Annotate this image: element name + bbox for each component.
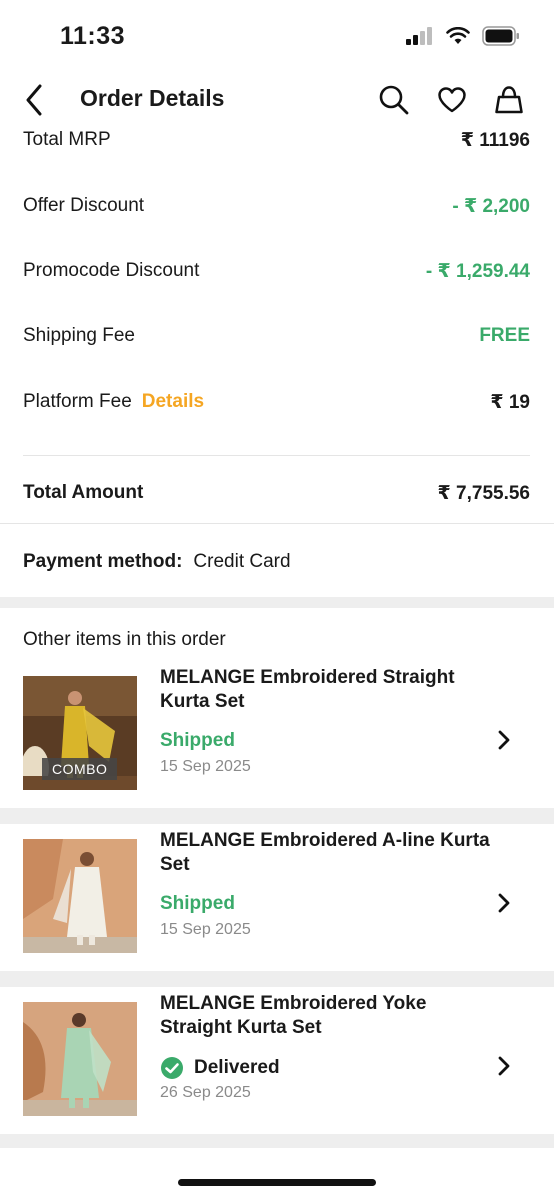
chevron-right-icon (498, 1056, 510, 1076)
item-name: MELANGE Embroidered Yoke Straight Kurta … (160, 993, 427, 1038)
other-items-title: Other items in this order (23, 629, 226, 650)
shipping-fee-row: Shipping Fee FREE (23, 316, 530, 356)
item-status: Shipped (160, 893, 235, 915)
item-status: Delivered (160, 1056, 280, 1080)
bag-icon (495, 86, 523, 114)
item-date: 26 Sep 2025 (160, 1084, 251, 1101)
divider (0, 523, 554, 524)
shipping-fee-value: FREE (479, 325, 530, 346)
promocode-discount-label: Promocode Discount (23, 260, 200, 281)
platform-fee-details-link[interactable]: Details (142, 391, 204, 412)
platform-fee-value: ₹ 19 (490, 391, 530, 413)
offer-discount-label: Offer Discount (23, 195, 145, 216)
offer-discount-row: Offer Discount - ₹ 2,200 (23, 186, 530, 226)
section-separator (0, 597, 554, 608)
divider (23, 455, 530, 456)
platform-fee-row: Platform Fee Details ₹ 19 (23, 382, 530, 422)
signal-icon (406, 27, 432, 45)
chevron-right-icon (498, 730, 510, 750)
home-indicator[interactable] (178, 1179, 376, 1186)
bag-button[interactable] (489, 80, 529, 120)
item-separator (0, 971, 554, 987)
item-separator (0, 808, 554, 824)
item-name: MELANGE Embroidered Straight Kurta Set (160, 667, 455, 712)
item-status-label: Shipped (160, 730, 235, 751)
platform-fee-label-group: Platform Fee Details (23, 391, 204, 413)
chevron-right-icon (498, 893, 510, 913)
total-mrp-label: Total MRP (23, 129, 111, 150)
total-mrp-row: Total MRP ₹ 11196 (23, 120, 530, 160)
item-chevron[interactable] (492, 889, 516, 917)
product-image-art (23, 839, 137, 953)
search-icon (379, 85, 409, 115)
wifi-icon (446, 27, 470, 44)
page-title: Order Details (80, 85, 225, 111)
item-chevron[interactable] (492, 726, 516, 754)
platform-fee-label: Platform Fee (23, 391, 132, 412)
item-separator (0, 1134, 554, 1148)
payment-method-label: Payment method: (23, 551, 183, 572)
item-chevron[interactable] (492, 1052, 516, 1080)
promocode-discount-value: - ₹ 1,259.44 (425, 260, 530, 282)
status-time: 11:33 (60, 22, 126, 50)
back-icon (26, 84, 42, 116)
battery-icon (482, 26, 519, 46)
check-circle-icon (161, 1057, 183, 1079)
offer-discount-value: - ₹ 2,200 (452, 195, 530, 217)
item-date: 15 Sep 2025 (160, 921, 251, 938)
item-status-label: Delivered (194, 1057, 280, 1078)
status-icons (406, 26, 520, 46)
total-amount-label: Total Amount (23, 482, 144, 503)
item-date: 15 Sep 2025 (160, 758, 251, 775)
heart-icon (438, 87, 466, 113)
item-status: Shipped (160, 730, 235, 752)
wishlist-button[interactable] (432, 80, 472, 120)
back-button[interactable] (14, 80, 54, 120)
order-item-card[interactable]: MELANGE Embroidered A-line Kurta Set Shi… (0, 825, 554, 979)
combo-badge: COMBO (42, 758, 118, 780)
payment-method-row: Payment method: Credit Card (23, 545, 291, 579)
order-item-card[interactable]: MELANGE Embroidered Yoke Straight Kurta … (0, 988, 554, 1142)
promocode-discount-row: Promocode Discount - ₹ 1,259.44 (23, 251, 530, 291)
total-mrp-value: ₹ 11196 (460, 129, 530, 151)
product-image (23, 1002, 137, 1116)
order-item-card[interactable]: COMBO MELANGE Embroidered Straight Kurta… (0, 662, 554, 816)
total-amount-row: Total Amount ₹ 7,755.56 (23, 473, 530, 513)
product-image-art (23, 1002, 137, 1116)
product-image (23, 839, 137, 953)
item-status-label: Shipped (160, 893, 235, 914)
total-amount-value: ₹ 7,755.56 (437, 482, 530, 504)
shipping-fee-label: Shipping Fee (23, 325, 135, 346)
item-name: MELANGE Embroidered A-line Kurta Set (160, 830, 490, 875)
status-bar: 11:33 (0, 0, 554, 70)
product-image: COMBO (23, 676, 137, 790)
search-button[interactable] (374, 80, 414, 120)
payment-method-value: Credit Card (193, 551, 291, 572)
